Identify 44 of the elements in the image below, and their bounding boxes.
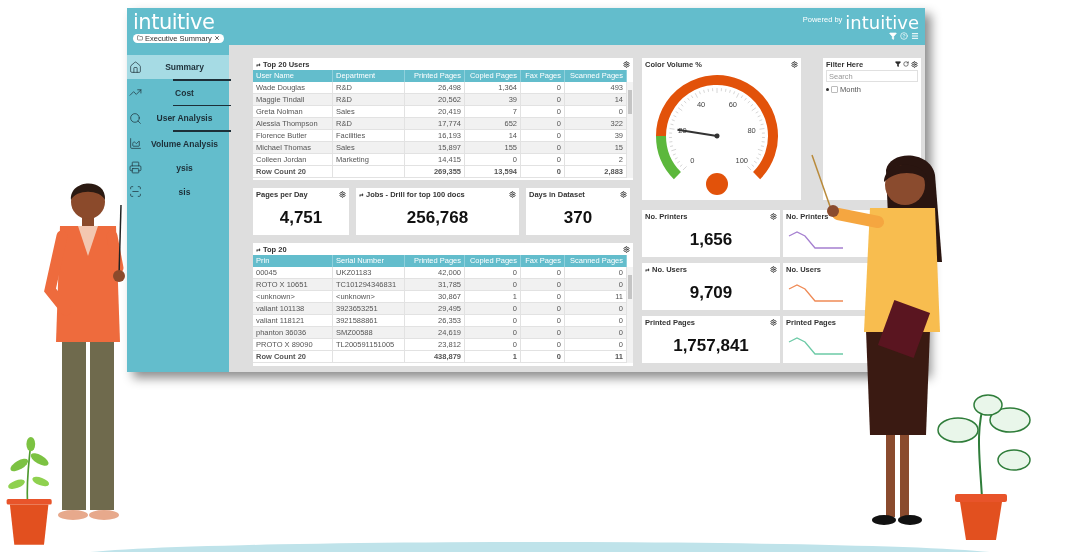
refresh-icon[interactable] — [903, 61, 909, 67]
checkbox[interactable] — [831, 86, 838, 93]
trend-line-icon — [129, 86, 142, 99]
settings-icon[interactable] — [791, 60, 798, 68]
sidebar-item[interactable]: Summary — [127, 55, 229, 79]
settings-icon[interactable] — [339, 190, 346, 198]
expand-bullet-icon[interactable] — [826, 88, 829, 91]
settings-icon[interactable] — [770, 212, 777, 220]
sidebar-item[interactable]: Volume Analysis — [127, 131, 229, 156]
kpi-value: 370 — [563, 207, 593, 228]
sidebar-item[interactable]: sis — [127, 179, 229, 204]
kpi-value: 1,757,841 — [673, 335, 749, 356]
settings-icon[interactable] — [623, 245, 630, 253]
drill-icon[interactable] — [256, 246, 261, 252]
settings-icon[interactable] — [770, 265, 777, 273]
close-icon[interactable] — [213, 35, 220, 41]
settings-icon[interactable] — [623, 60, 630, 68]
brand-logo: intuitive — [845, 13, 919, 32]
scrollbar[interactable] — [627, 267, 633, 363]
area-chart-icon — [129, 137, 142, 150]
kpi-value: 1,656 — [689, 229, 733, 250]
kpi-value: 256,768 — [406, 207, 469, 228]
drill-icon[interactable] — [645, 266, 650, 272]
sidebar-item[interactable]: Cost — [127, 80, 229, 105]
search-icon — [129, 111, 142, 125]
kpi-value: 4,751 — [279, 207, 323, 228]
settings-icon[interactable] — [770, 318, 777, 326]
gauge-hub — [706, 173, 728, 195]
sidebar-item[interactable]: User Analysis — [127, 106, 229, 130]
scrollbar[interactable] — [627, 82, 633, 178]
sidebar-item[interactable]: ysis — [127, 155, 229, 180]
settings-icon[interactable] — [509, 190, 516, 198]
drill-icon[interactable] — [359, 191, 364, 197]
folder-icon — [137, 35, 143, 41]
scanner-icon — [129, 185, 142, 198]
settings-icon[interactable] — [620, 190, 627, 198]
home-icon — [129, 60, 142, 74]
printer-icon — [129, 161, 142, 174]
logo: intuitive — [133, 10, 216, 33]
kpi-value: 9,709 — [689, 282, 733, 303]
drill-icon[interactable] — [256, 61, 261, 67]
settings-icon[interactable] — [911, 60, 918, 68]
gauge-low-band — [656, 135, 682, 179]
filter-icon[interactable] — [895, 61, 901, 67]
